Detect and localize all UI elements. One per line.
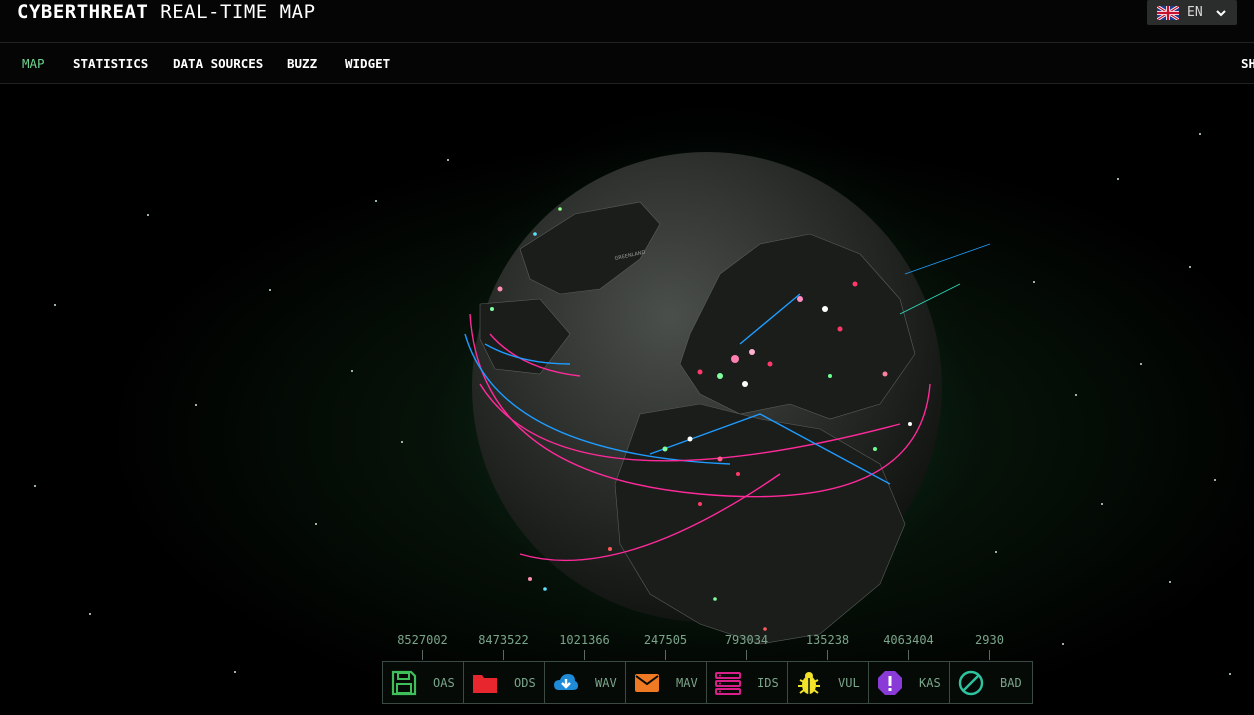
legend-ids[interactable]: IDS [707, 662, 788, 703]
count-mav: 247505 [625, 633, 706, 660]
count-bad: 2930 [949, 633, 1030, 660]
uk-flag-icon [1157, 5, 1179, 20]
count-ods: 8473522 [463, 633, 544, 660]
nav-buzz[interactable]: BUZZ [287, 56, 317, 71]
nav-map[interactable]: MAP [22, 56, 45, 71]
bug-icon [798, 671, 820, 694]
cloud-download-icon [554, 673, 578, 690]
source-legend: OAS ODS WAV MAV IDS VUL KAS BAD [382, 661, 1033, 704]
top-bar: CYBERTHREAT REAL-TIME MAP EN [0, 0, 1254, 43]
server-stack-icon [715, 671, 741, 695]
legend-vul[interactable]: VUL [788, 662, 869, 703]
count-oas: 8527002 [382, 633, 463, 660]
threat-map-view[interactable]: GREENLAND [0, 84, 1254, 715]
nav-data-sources[interactable]: DATA SOURCES [173, 56, 263, 71]
alert-octagon-icon [878, 670, 902, 695]
language-code: EN [1187, 5, 1203, 20]
nav-widget[interactable]: WIDGET [345, 56, 390, 71]
count-vul: 135238 [787, 633, 868, 660]
main-nav: MAP STATISTICS DATA SOURCES BUZZ WIDGET … [0, 43, 1254, 84]
legend-bad[interactable]: BAD [950, 662, 1031, 703]
globe-canvas[interactable]: GREENLAND [0, 84, 1254, 715]
brand-subtitle: REAL-TIME MAP [160, 1, 316, 23]
floppy-disk-icon [391, 670, 417, 695]
nav-statistics[interactable]: STATISTICS [73, 56, 148, 71]
stat-counts: 8527002 8473522 1021366 247505 793034 13… [382, 633, 1033, 661]
app-title[interactable]: CYBERTHREAT REAL-TIME MAP [17, 1, 316, 23]
envelope-icon [635, 673, 659, 692]
chevron-down-icon [1215, 9, 1226, 16]
count-wav: 1021366 [544, 633, 625, 660]
legend-mav[interactable]: MAV [626, 662, 707, 703]
folder-icon [473, 674, 497, 693]
brand-bold: CYBERTHREAT [17, 1, 149, 23]
language-selector[interactable]: EN [1147, 0, 1237, 25]
count-ids: 793034 [706, 633, 787, 660]
legend-kas[interactable]: KAS [869, 662, 950, 703]
legend-wav[interactable]: WAV [545, 662, 626, 703]
legend-ods[interactable]: ODS [464, 662, 545, 703]
count-kas: 4063404 [868, 633, 949, 660]
nav-share-truncated[interactable]: SH [1241, 56, 1254, 71]
legend-oas[interactable]: OAS [383, 662, 464, 703]
block-icon [958, 670, 984, 695]
